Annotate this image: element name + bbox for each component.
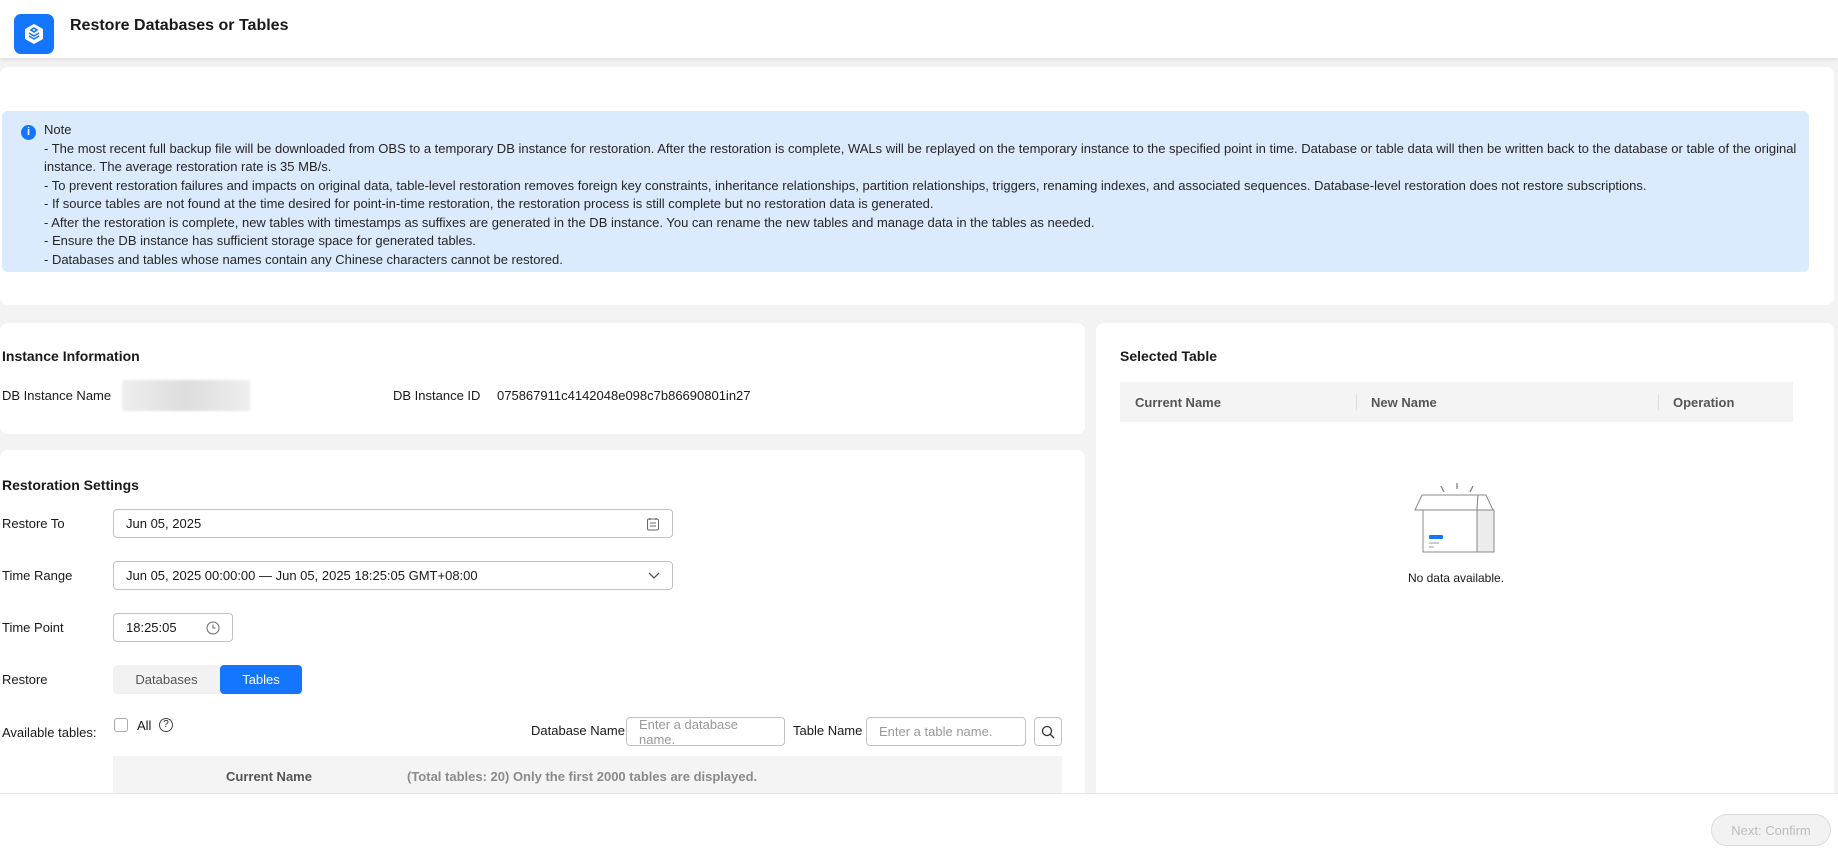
restore-to-date-picker[interactable]: Jun 05, 2025 bbox=[113, 509, 673, 538]
table-name-placeholder: Enter a table name. bbox=[879, 724, 993, 739]
empty-box-icon bbox=[1414, 483, 1495, 553]
help-icon[interactable]: ? bbox=[159, 718, 173, 732]
settings-title: Restoration Settings bbox=[2, 477, 139, 493]
instance-name-redacted bbox=[122, 380, 250, 411]
note-card: i Note - The most recent full backup fil… bbox=[0, 67, 1834, 305]
info-icon: i bbox=[21, 125, 36, 140]
note-title: Note bbox=[44, 122, 72, 137]
search-icon bbox=[1041, 725, 1055, 738]
calendar-icon bbox=[647, 517, 659, 530]
select-all-label: All bbox=[137, 718, 152, 733]
available-tables-header: Current Name (Total tables: 20) Only the… bbox=[113, 756, 1062, 797]
time-range-value: Jun 05, 2025 00:00:00 — Jun 05, 2025 18:… bbox=[126, 568, 478, 583]
restore-databases-option[interactable]: Databases bbox=[113, 665, 220, 694]
note-line: - To prevent restoration failures and im… bbox=[44, 177, 1647, 193]
database-name-input[interactable]: Enter a database name. bbox=[626, 716, 785, 747]
instance-id-value: 075867911c4142048e098c7b86690801in27 bbox=[497, 388, 751, 403]
column-new-name: New Name bbox=[1371, 395, 1437, 410]
restore-to-label: Restore To bbox=[2, 516, 65, 531]
next-confirm-button[interactable]: Next: Confirm bbox=[1711, 814, 1831, 846]
database-name-label: Database Name bbox=[531, 723, 625, 738]
restore-tables-option[interactable]: Tables bbox=[220, 665, 302, 694]
page-header: Restore Databases or Tables bbox=[0, 0, 1838, 58]
note-line: - The most recent full backup file will … bbox=[44, 140, 1797, 175]
restore-label: Restore bbox=[2, 672, 48, 687]
note-line: - After the restoration is complete, new… bbox=[44, 214, 1095, 230]
note-box: i Note - The most recent full backup fil… bbox=[2, 111, 1809, 272]
note-line: - Databases and tables whose names conta… bbox=[44, 251, 563, 267]
database-logo-icon bbox=[14, 14, 54, 54]
selected-table-card: Selected Table Current Name New Name Ope… bbox=[1096, 323, 1834, 803]
selected-table-title: Selected Table bbox=[1120, 348, 1218, 364]
time-point-label: Time Point bbox=[2, 620, 64, 635]
available-tables-label: Available tables: bbox=[2, 725, 97, 740]
note-line: - Ensure the DB instance has sufficient … bbox=[44, 233, 476, 248]
table-name-label: Table Name bbox=[793, 723, 863, 738]
instance-title: Instance Information bbox=[2, 348, 140, 364]
footer-bar: Next: Confirm bbox=[0, 793, 1838, 851]
instance-id-label: DB Instance ID bbox=[393, 388, 481, 403]
table-info-text: (Total tables: 20) Only the first 2000 t… bbox=[407, 769, 758, 784]
restoration-settings-card: Restoration Settings Restore To Jun 05, … bbox=[0, 450, 1085, 810]
selected-table-header: Current Name New Name Operation bbox=[1120, 382, 1793, 422]
table-name-input[interactable]: Enter a table name. bbox=[866, 717, 1026, 746]
clock-icon bbox=[206, 621, 220, 634]
time-range-select[interactable]: Jun 05, 2025 00:00:00 — Jun 05, 2025 18:… bbox=[113, 561, 673, 590]
time-point-picker[interactable]: 18:25:05 bbox=[113, 613, 233, 642]
note-line: - If source tables are not found at the … bbox=[44, 196, 934, 211]
column-current-name: Current Name bbox=[226, 769, 312, 784]
empty-message: No data available. bbox=[1407, 571, 1505, 585]
instance-name-label: DB Instance Name bbox=[2, 388, 112, 403]
select-all-checkbox[interactable] bbox=[114, 718, 128, 732]
time-range-label: Time Range bbox=[2, 568, 73, 583]
column-operation: Operation bbox=[1673, 395, 1735, 410]
page-title: Restore Databases or Tables bbox=[70, 17, 289, 34]
search-button[interactable] bbox=[1034, 717, 1062, 746]
time-point-value: 18:25:05 bbox=[126, 620, 177, 635]
column-current-name: Current Name bbox=[1135, 395, 1221, 410]
restore-to-value: Jun 05, 2025 bbox=[126, 516, 202, 531]
instance-card: Instance Information DB Instance Name DB… bbox=[0, 323, 1085, 434]
chevron-down-icon bbox=[648, 572, 660, 579]
database-name-placeholder: Enter a database name. bbox=[639, 716, 739, 747]
